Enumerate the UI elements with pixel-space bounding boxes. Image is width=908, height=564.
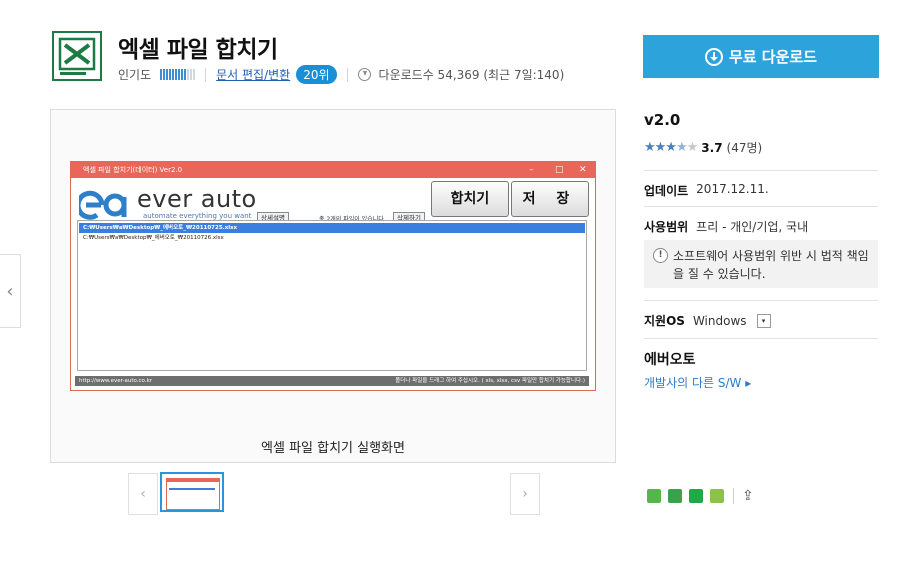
share-band-icon[interactable] [689,489,703,503]
file-list: C:₩Users₩a₩Desktop₩_에버오토_₩20110725.xlsx … [77,220,587,371]
os-dropdown-icon[interactable]: ▾ [756,313,771,328]
status-hint: 폴더나 파일을 드래그 하여 주십시오. ( xls, xlsx, csv 파일… [395,378,585,384]
rank-badge: 20위 [296,65,337,84]
app-window-preview: 엑셀 파일 합치기(데이터) Ver2.0 – □ ✕ ever auto au… [70,161,596,391]
update-label: 업데이트 [644,184,689,198]
maximize-icon: □ [555,165,564,175]
merge-button: 합치기 [431,181,509,217]
minimize-icon: – [529,165,534,175]
popularity-label: 인기도 [118,68,152,82]
download-button-label: 무료 다운로드 [728,48,818,66]
version: v2.0 [644,111,681,129]
rating-stars-icon: ★★★★★ [644,140,698,155]
rating-count: (47명) [726,141,763,155]
page-title: 엑셀 파일 합치기 [118,37,278,63]
share-export-icon[interactable]: ⇪ [742,488,754,504]
download-icon [704,47,723,66]
logo-tagline: automate everything you want [143,212,252,220]
preview-caption: 엑셀 파일 합치기 실행화면 [261,441,405,456]
warning-icon: ! [653,248,668,263]
close-icon: ✕ [579,165,587,175]
excel-app-icon [52,31,102,81]
thumb-prev-button[interactable]: ‹ [128,473,158,515]
rating-score: 3.7 [701,140,723,155]
ever-auto-logo-icon [79,190,127,220]
os-value: Windows [692,313,747,328]
rating: ★★★★★ 3.7 (47명) [644,139,762,156]
developer-name: 에버오토 [644,352,696,368]
warning-text: 소프트웨어 사용범위 위반 시 법적 책임을 질 수 있습니다. [673,249,869,281]
update-row: 업데이트 2017.12.11. [644,182,769,199]
window-body: ever auto automate everything you want 상… [71,178,595,390]
category-link[interactable]: 문서 편집/변환 [216,66,290,83]
share-kakao-icon[interactable] [668,489,682,503]
free-download-button[interactable]: 무료 다운로드 [643,35,879,78]
license-label: 사용범위 [644,220,689,234]
window-titlebar: 엑셀 파일 합치기(데이터) Ver2.0 – □ ✕ [71,162,595,178]
os-label: 지원OS [644,314,685,328]
status-url: http://www.ever-auto.co.kr [79,378,153,384]
list-item: C:₩Users₩a₩Desktop₩_에버오토_₩20110726.xlsx [83,235,224,241]
share-blog-icon[interactable] [647,489,661,503]
window-status-bar: http://www.ever-auto.co.kr 폴더나 파일을 드래그 하… [75,376,589,386]
share-note-icon[interactable] [710,489,724,503]
list-item: C:₩Users₩a₩Desktop₩_에버오토_₩20110725.xlsx [79,223,585,233]
thumbnail-selected[interactable] [160,472,224,512]
meta-row: 인기도 문서 편집/변환 20위 다운로드수 54,369 (최근 7일:140… [118,65,564,84]
license-row: 사용범위 프리 - 개인/기업, 국내 [644,218,808,235]
os-row: 지원OS Windows ▾ [644,312,771,329]
popularity-meter [160,69,196,80]
license-value: 프리 - 개인/기업, 국내 [696,220,809,234]
download-count-icon [357,68,371,81]
window-title: 엑셀 파일 합치기(데이터) Ver2.0 [83,166,183,174]
license-warning: ! 소프트웨어 사용범위 위반 시 법적 책임을 질 수 있습니다. [644,240,878,288]
share-divider [733,488,734,504]
thumb-next-button[interactable]: › [510,473,540,515]
developer-other-software-link[interactable]: 개발사의 다른 S/W ▸ [644,374,751,391]
save-button: 저 장 [511,181,589,217]
download-count: 다운로드수 54,369 (최근 7일:140) [378,68,565,82]
prev-page-button[interactable]: ‹ [0,254,21,328]
update-value: 2017.12.11. [696,182,769,196]
logo-text: ever auto [137,185,257,213]
